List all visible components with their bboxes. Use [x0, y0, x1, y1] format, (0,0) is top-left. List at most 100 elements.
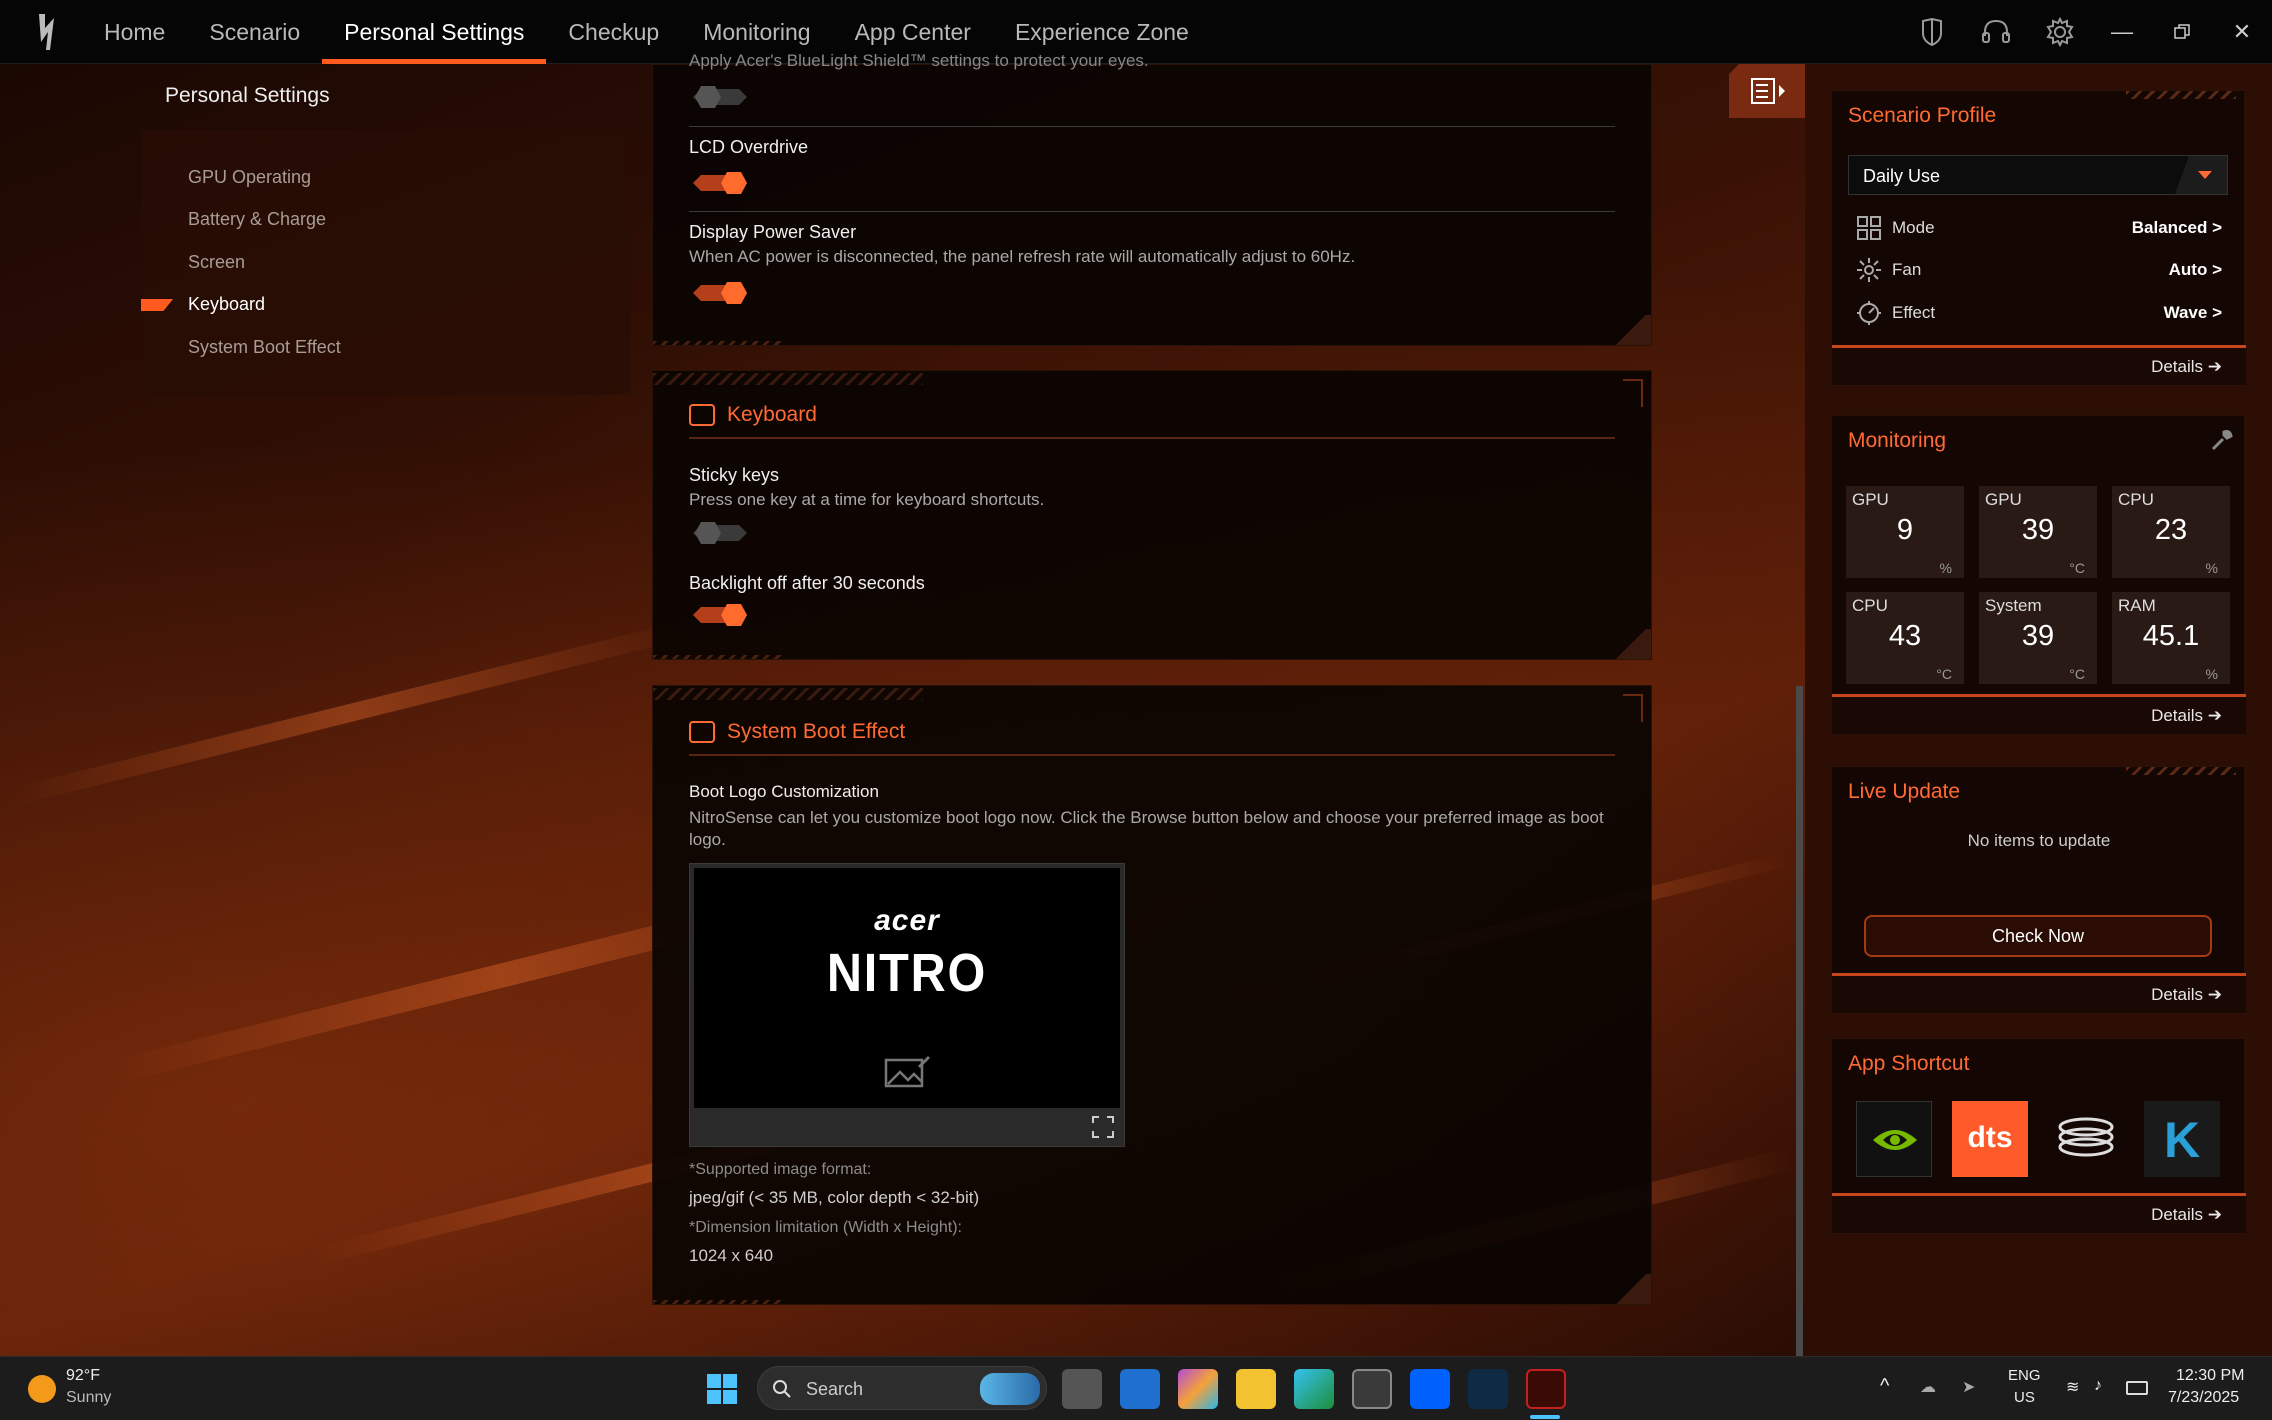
- boot-section-title: System Boot Effect: [689, 720, 905, 744]
- nitro-product-text: NITRO: [826, 943, 988, 1003]
- shield-icon[interactable]: [1900, 0, 1964, 64]
- boot-effect-panel: System Boot Effect Boot Logo Customizati…: [652, 685, 1652, 1305]
- mode-icon: [1857, 216, 1881, 240]
- photos-icon[interactable]: [1120, 1369, 1160, 1409]
- effect-icon: [1857, 301, 1881, 325]
- volume-icon[interactable]: ♪: [2094, 1377, 2102, 1395]
- task-view-icon[interactable]: [1062, 1369, 1102, 1409]
- minimize-button[interactable]: —: [2092, 0, 2152, 64]
- monitoring-card: Monitoring GPU 9% GPU 39 °C CPU 23% CPU 43 °C …: [1831, 415, 2246, 735]
- dropbox-icon[interactable]: [1410, 1369, 1450, 1409]
- taskbar-search[interactable]: Search: [757, 1366, 1047, 1410]
- monitoring-details-link[interactable]: Details ➔: [2151, 706, 2222, 726]
- image-upload-icon[interactable]: [884, 1054, 932, 1090]
- copilot-icon[interactable]: [1178, 1369, 1218, 1409]
- format-value: jpeg/gif (< 35 MB, color depth < 32-bit): [689, 1188, 980, 1207]
- left-nav-title: Personal Settings: [165, 84, 330, 107]
- boot-logo-label: Boot Logo Customization: [689, 782, 879, 801]
- display-power-saver-description: When AC power is disconnected, the panel…: [689, 247, 1356, 266]
- wifi-icon[interactable]: ≋: [2066, 1377, 2079, 1397]
- lcd-overdrive-label: LCD Overdrive: [689, 137, 809, 157]
- left-item-keyboard[interactable]: Keyboard: [188, 294, 265, 315]
- store-icon[interactable]: [1352, 1369, 1392, 1409]
- boot-title-text: System Boot Effect: [727, 720, 906, 743]
- audio-icon[interactable]: [2048, 1101, 2124, 1177]
- gear-icon[interactable]: [2028, 0, 2092, 64]
- scenario-profile-card: Scenario Profile Daily Use Mode Balanced…: [1831, 90, 2246, 386]
- close-button[interactable]: ✕: [2212, 0, 2272, 64]
- wrench-icon[interactable]: [2210, 428, 2234, 452]
- scenario-profile-select[interactable]: Daily Use: [1848, 155, 2228, 195]
- killer-icon[interactable]: K: [2144, 1101, 2220, 1177]
- monitoring-title: Monitoring: [1848, 429, 1947, 452]
- language-code[interactable]: ENG: [2008, 1367, 2041, 1384]
- screen-settings-panel: Apply Acer's BlueLight Shield™ settings …: [652, 51, 1652, 346]
- keyboard-settings-panel: Keyboard Sticky keys Press one key at a …: [652, 370, 1652, 660]
- nav-checkup[interactable]: Checkup: [546, 0, 681, 64]
- file-explorer-icon[interactable]: [1236, 1369, 1276, 1409]
- keyboard-icon: [689, 404, 715, 426]
- weather-temp[interactable]: 92°F: [66, 1367, 100, 1385]
- dts-icon[interactable]: dts: [1952, 1101, 2028, 1177]
- no-updates-message: No items to update: [1967, 831, 2111, 850]
- battery-icon[interactable]: [2126, 1381, 2148, 1395]
- gpu-usage-tile: GPU 9%: [1846, 486, 1964, 578]
- check-now-button[interactable]: Check Now: [1864, 915, 2212, 957]
- nitrosense-logo[interactable]: [36, 12, 62, 52]
- clock-time[interactable]: 12:30 PM: [2176, 1367, 2244, 1385]
- show-hidden-icons[interactable]: ^: [1880, 1375, 1889, 1398]
- content-scrollbar[interactable]: [1796, 686, 1803, 1356]
- edge-icon[interactable]: [1294, 1369, 1334, 1409]
- fan-row[interactable]: Fan Auto >: [1856, 255, 2222, 285]
- display-power-saver-toggle[interactable]: [693, 282, 749, 304]
- active-app-indicator: [1530, 1415, 1560, 1419]
- nav-personal-settings[interactable]: Personal Settings: [322, 0, 547, 64]
- nav-home[interactable]: Home: [82, 0, 187, 64]
- windows-taskbar: 92°F Sunny Search ^ ☁ ➤ ENG US ≋ ♪ 12:30…: [0, 1356, 2272, 1420]
- bluelight-toggle[interactable]: [693, 86, 749, 108]
- restore-button[interactable]: [2152, 0, 2212, 64]
- live-update-title: Live Update: [1848, 780, 1961, 803]
- effect-row[interactable]: Effect Wave >: [1856, 298, 2222, 328]
- dimension-label: *Dimension limitation (Width x Height):: [689, 1219, 962, 1236]
- format-label: *Supported image format:: [689, 1161, 872, 1178]
- clock-date[interactable]: 7/23/2025: [2168, 1389, 2239, 1407]
- scenario-profile-value: Daily Use: [1863, 166, 1941, 186]
- left-item-battery-charge[interactable]: Battery & Charge: [188, 209, 326, 230]
- fullscreen-icon[interactable]: [1092, 1116, 1114, 1138]
- chevron-down-icon: [2198, 171, 2212, 179]
- keyboard-section-title: Keyboard: [689, 403, 817, 427]
- backlight-off-label: Backlight off after 30 seconds: [689, 573, 925, 593]
- headset-icon[interactable]: [1964, 0, 2028, 64]
- left-item-system-boot-effect[interactable]: System Boot Effect: [188, 337, 341, 358]
- lcd-overdrive-toggle[interactable]: [693, 172, 749, 194]
- boot-effect-icon: [689, 721, 715, 743]
- backlight-off-toggle[interactable]: [693, 604, 749, 626]
- keyboard-title-text: Keyboard: [727, 403, 817, 426]
- nitrosense-taskbar-icon[interactable]: [1526, 1369, 1566, 1409]
- app-shortcut-details-link[interactable]: Details ➔: [2151, 1205, 2222, 1225]
- scenario-profile-title: Scenario Profile: [1848, 104, 1997, 127]
- collapse-sidebar-button[interactable]: [1729, 64, 1805, 118]
- cpu-usage-tile: CPU 23%: [2112, 486, 2230, 578]
- left-item-gpu-operating[interactable]: GPU Operating: [188, 167, 311, 188]
- boot-logo-description: NitroSense can let you customize boot lo…: [689, 808, 1604, 849]
- location-icon[interactable]: ➤: [1962, 1377, 1975, 1397]
- left-item-screen[interactable]: Screen: [188, 252, 245, 273]
- nvidia-icon[interactable]: [1856, 1101, 1932, 1177]
- onedrive-icon[interactable]: ☁: [1920, 1377, 1936, 1397]
- boot-logo-preview[interactable]: acer NITRO: [689, 863, 1125, 1147]
- live-update-details-link[interactable]: Details ➔: [2151, 985, 2222, 1005]
- weather-sun-icon[interactable]: [28, 1375, 56, 1403]
- mode-row[interactable]: Mode Balanced >: [1856, 213, 2222, 243]
- cpu-temp-tile: CPU 43 °C: [1846, 592, 1964, 684]
- region-code[interactable]: US: [2014, 1389, 2035, 1406]
- sticky-keys-toggle[interactable]: [693, 522, 749, 544]
- display-power-saver-label: Display Power Saver: [689, 222, 857, 242]
- mode-label: Mode: [1892, 218, 1935, 237]
- nav-scenario[interactable]: Scenario: [187, 0, 322, 64]
- windows-start-icon[interactable]: [706, 1373, 738, 1405]
- scenario-details-link[interactable]: Details ➔: [2151, 357, 2222, 377]
- acer-shield-icon[interactable]: [1468, 1369, 1508, 1409]
- weather-condition[interactable]: Sunny: [66, 1389, 111, 1407]
